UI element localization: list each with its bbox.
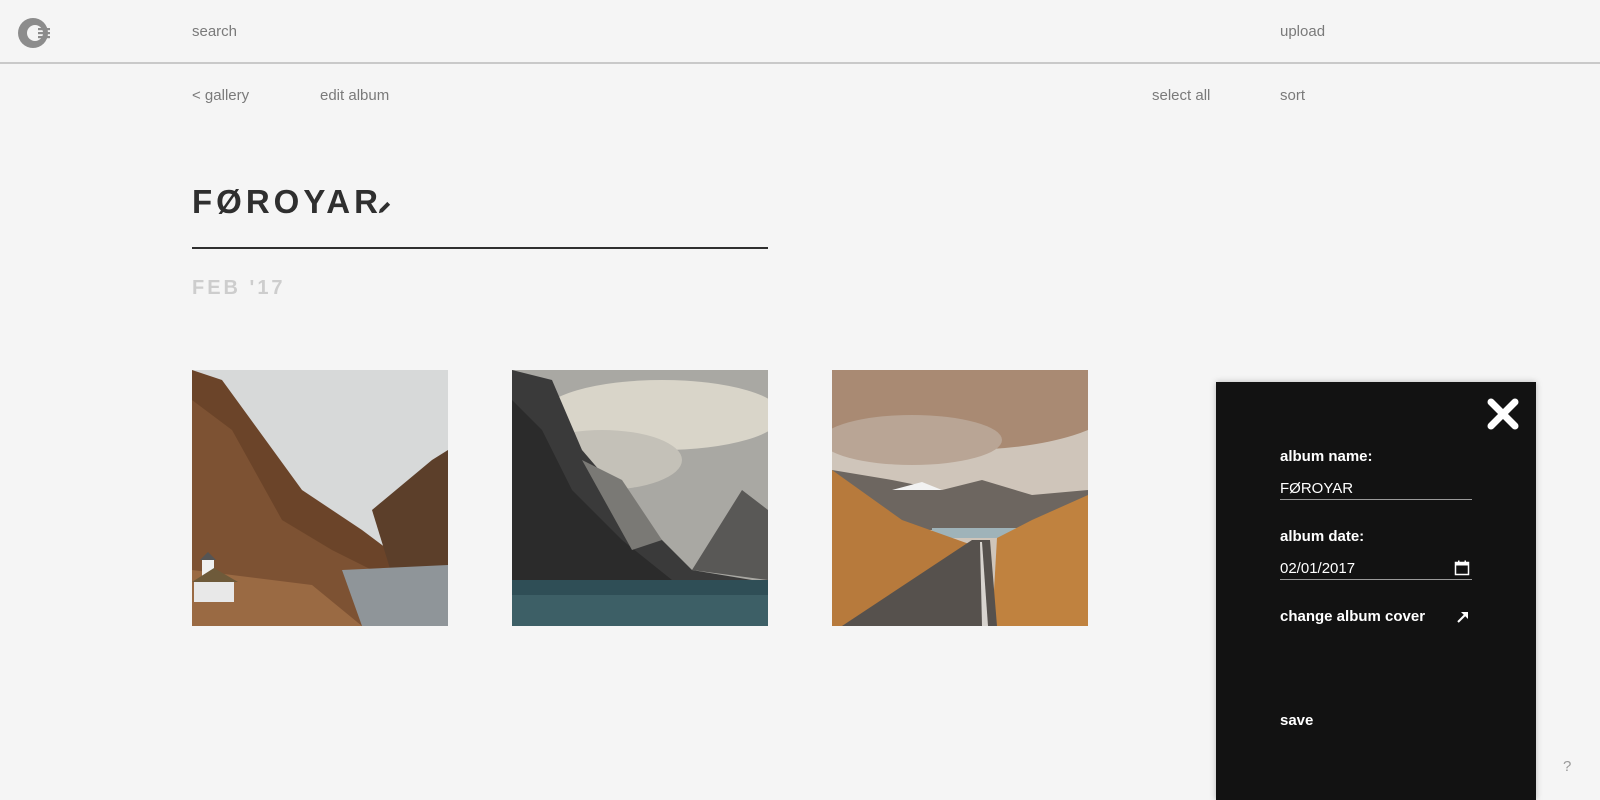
pencil-icon[interactable]	[377, 200, 392, 215]
change-album-cover-button[interactable]: change album cover	[1280, 608, 1425, 625]
help-button[interactable]: ?	[1563, 758, 1571, 775]
album-date-input[interactable]: 02/01/2017	[1280, 558, 1472, 580]
save-button[interactable]: save	[1280, 712, 1313, 729]
album-date-value: 02/01/2017	[1280, 560, 1356, 577]
photo-thumbnail[interactable]	[192, 370, 448, 626]
photo-thumbnail[interactable]	[512, 370, 768, 626]
search-input[interactable]: search	[192, 23, 237, 40]
logo-icon[interactable]	[16, 16, 50, 50]
back-to-gallery-link[interactable]: < gallery	[192, 87, 249, 104]
close-icon[interactable]	[1486, 397, 1520, 431]
sort-link[interactable]: sort	[1280, 87, 1305, 104]
arrow-up-right-icon	[1457, 612, 1468, 623]
album-name-label: album name:	[1280, 448, 1373, 465]
edit-album-link[interactable]: edit album	[320, 87, 389, 104]
photo-image	[832, 370, 1088, 626]
upload-link[interactable]: upload	[1280, 23, 1325, 40]
photo-thumbnail[interactable]	[832, 370, 1088, 626]
top-bar: search upload	[0, 0, 1600, 64]
calendar-icon[interactable]	[1454, 560, 1470, 576]
select-all-link[interactable]: select all	[1152, 87, 1210, 104]
edit-album-panel: album name: album date: 02/01/2017 chang…	[1216, 382, 1536, 800]
photo-image	[192, 370, 448, 626]
album-name-input[interactable]	[1280, 478, 1472, 500]
album-title: FØROYAR	[192, 183, 382, 220]
title-divider	[192, 247, 768, 249]
album-date-label: album date:	[1280, 528, 1365, 545]
photo-image	[512, 370, 768, 626]
album-date: FEB '17	[192, 277, 286, 299]
